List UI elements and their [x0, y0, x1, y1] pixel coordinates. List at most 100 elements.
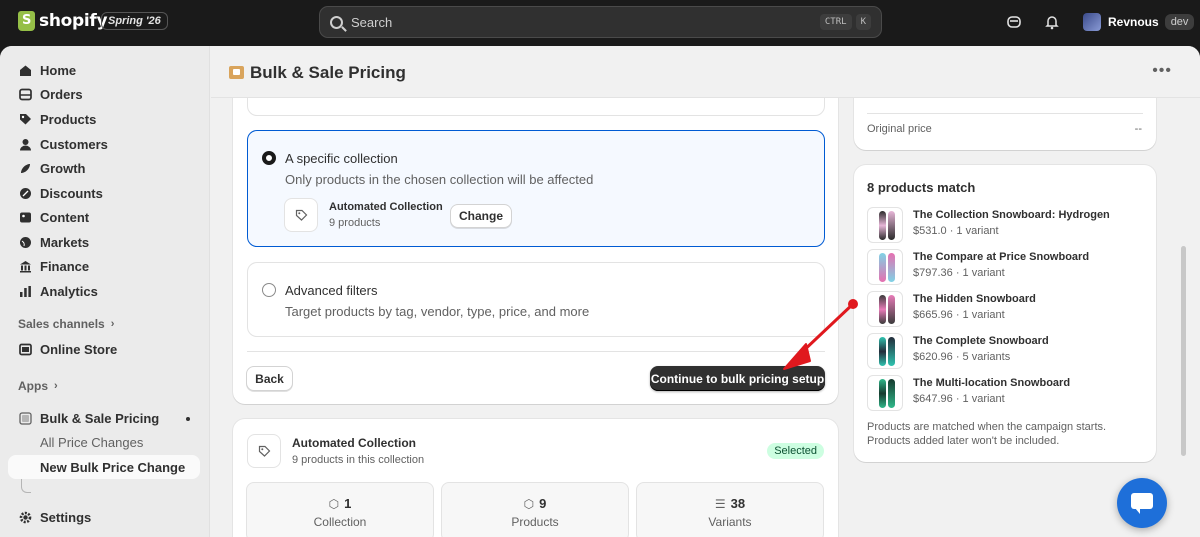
- product-name: The Complete Snowboard: [913, 335, 1049, 347]
- stat-products: ⬡ 9 Products: [441, 482, 629, 537]
- product-thumbnail: [867, 207, 903, 243]
- bell-icon[interactable]: [1043, 14, 1061, 32]
- discount-icon: [18, 186, 32, 200]
- sidebar-subitem-label: All Price Changes: [40, 434, 144, 450]
- more-actions-icon[interactable]: •••: [1152, 62, 1172, 80]
- shopify-logo[interactable]: shopify: [18, 11, 108, 31]
- active-dot: [186, 417, 190, 421]
- snowboard-image: [879, 337, 886, 366]
- snowboard-image: [888, 379, 895, 408]
- sales-channels-section[interactable]: Sales channels ›: [18, 317, 114, 331]
- apps-section[interactable]: Apps ›: [18, 379, 58, 393]
- sidebar-item-label: Products: [40, 111, 97, 127]
- product-thumbnail: [867, 249, 903, 285]
- product-name: The Collection Snowboard: Hydrogen: [913, 209, 1110, 221]
- sidebar-item-analytics[interactable]: Analytics: [8, 279, 200, 303]
- divider: [247, 351, 825, 352]
- original-price-label: Original price: [867, 123, 932, 135]
- snowboard-image: [888, 211, 895, 240]
- back-button[interactable]: Back: [246, 366, 293, 391]
- product-row[interactable]: The Collection Snowboard: Hydrogen $531.…: [867, 207, 1137, 243]
- sidebar-item-products[interactable]: Products: [8, 107, 200, 131]
- sidebar-item-label: Online Store: [40, 341, 118, 357]
- stat-label: Products: [511, 515, 559, 529]
- user-menu[interactable]: Revnous dev: [1083, 13, 1195, 31]
- sidebar-item-settings[interactable]: Settings: [8, 505, 200, 529]
- scrollbar-thumb[interactable]: [1181, 246, 1186, 456]
- sidebar-subitem-all-price-changes[interactable]: All Price Changes: [8, 430, 200, 454]
- sidebar-item-label: Bulk & Sale Pricing: [40, 410, 160, 426]
- snowboard-image: [879, 253, 886, 282]
- option-description: Target products by tag, vendor, type, pr…: [285, 304, 590, 319]
- search-input[interactable]: Search CTRL K: [319, 6, 882, 38]
- sidebar-item-label: Growth: [40, 160, 86, 176]
- radio-selected[interactable]: [262, 151, 276, 165]
- change-collection-button[interactable]: Change: [450, 204, 512, 228]
- product-name: The Hidden Snowboard: [913, 293, 1036, 305]
- dev-badge: dev: [1164, 14, 1195, 30]
- sidebar-item-label: Home: [40, 62, 77, 78]
- sidekick-icon[interactable]: [1005, 14, 1023, 32]
- status-badge: Selected: [767, 443, 824, 459]
- product-row[interactable]: The Compare at Price Snowboard $797.36 ·…: [867, 249, 1137, 285]
- collection-count: 9 products: [329, 217, 381, 229]
- person-icon: [18, 137, 32, 151]
- page-title: Bulk & Sale Pricing: [250, 63, 406, 82]
- product-thumbnail: [867, 291, 903, 327]
- sidebar-item-home[interactable]: Home: [8, 58, 200, 82]
- collection-summary-card: Automated Collection 9 products in this …: [233, 419, 838, 537]
- sidebar-subitem-label: New Bulk Price Change: [40, 459, 186, 475]
- bank-icon: [18, 259, 32, 273]
- product-meta: $620.96 · 5 variants: [913, 351, 1011, 363]
- option-title: A specific collection: [285, 151, 398, 166]
- option-title: Advanced filters: [285, 283, 378, 298]
- divider: [867, 113, 1143, 114]
- match-footnote: Products are matched when the campaign s…: [867, 421, 1107, 433]
- product-thumbnail: [867, 375, 903, 411]
- snowboard-image: [888, 253, 895, 282]
- product-meta: $647.96 · 1 variant: [913, 393, 1005, 405]
- product-row[interactable]: The Hidden Snowboard $665.96 · 1 variant: [867, 291, 1137, 327]
- chat-button[interactable]: [1117, 478, 1167, 528]
- sales-channels-label: Sales channels: [18, 317, 105, 331]
- sidebar-item-orders[interactable]: Orders: [8, 82, 200, 106]
- scope-option-collection[interactable]: A specific collection Only products in t…: [247, 130, 825, 247]
- chart-icon: [18, 284, 32, 298]
- stat-collections: ⬡ 1 Collection: [246, 482, 434, 537]
- sidebar-item-label: Discounts: [40, 185, 103, 201]
- scope-option-advanced[interactable]: Advanced filters Target products by tag,…: [247, 262, 825, 337]
- sidebar-item-online-store[interactable]: Online Store: [8, 337, 200, 361]
- snowboard-image: [888, 337, 895, 366]
- gear-icon: [18, 510, 32, 524]
- snowboard-image: [879, 295, 886, 324]
- search-icon: [330, 15, 343, 29]
- tag-icon: [18, 112, 32, 126]
- continue-button[interactable]: Continue to bulk pricing setup: [650, 366, 825, 391]
- sidebar-item-discounts[interactable]: Discounts: [8, 181, 200, 205]
- sidebar: Home Orders Products Customers Growth Di…: [0, 46, 210, 537]
- sidebar-item-bulk-sale-pricing[interactable]: Bulk & Sale Pricing: [8, 406, 200, 430]
- product-meta: $665.96 · 1 variant: [913, 309, 1005, 321]
- product-meta: $531.0 · 1 variant: [913, 225, 999, 237]
- sidebar-item-label: Settings: [40, 509, 92, 525]
- collection-subtitle: 9 products in this collection: [292, 454, 425, 466]
- product-row[interactable]: The Complete Snowboard $620.96 · 5 varia…: [867, 333, 1137, 369]
- sidebar-item-customers[interactable]: Customers: [8, 132, 200, 156]
- product-thumbnail: [867, 333, 903, 369]
- sidebar-item-growth[interactable]: Growth: [8, 156, 200, 180]
- sidebar-subitem-new-bulk-price-change[interactable]: New Bulk Price Change: [8, 455, 200, 479]
- sidebar-item-label: Analytics: [40, 283, 98, 299]
- search-placeholder: Search: [351, 14, 393, 30]
- page-header: Bulk & Sale Pricing •••: [211, 46, 1200, 98]
- top-bar: shopify Spring '26 Search CTRL K Revnous…: [0, 0, 1200, 46]
- edition-badge: Spring '26: [101, 12, 168, 30]
- product-row[interactable]: The Multi-location Snowboard $647.96 · 1…: [867, 375, 1137, 411]
- sidebar-item-finance[interactable]: Finance: [8, 254, 200, 278]
- sidebar-item-content[interactable]: Content: [8, 205, 200, 229]
- sidebar-item-markets[interactable]: Markets: [8, 230, 200, 254]
- product-name: The Multi-location Snowboard: [913, 377, 1071, 389]
- radio-unselected[interactable]: [262, 283, 276, 297]
- stat-label: Collection: [313, 515, 367, 529]
- chevron-right-icon: ›: [54, 380, 58, 392]
- apps-label: Apps: [18, 379, 48, 393]
